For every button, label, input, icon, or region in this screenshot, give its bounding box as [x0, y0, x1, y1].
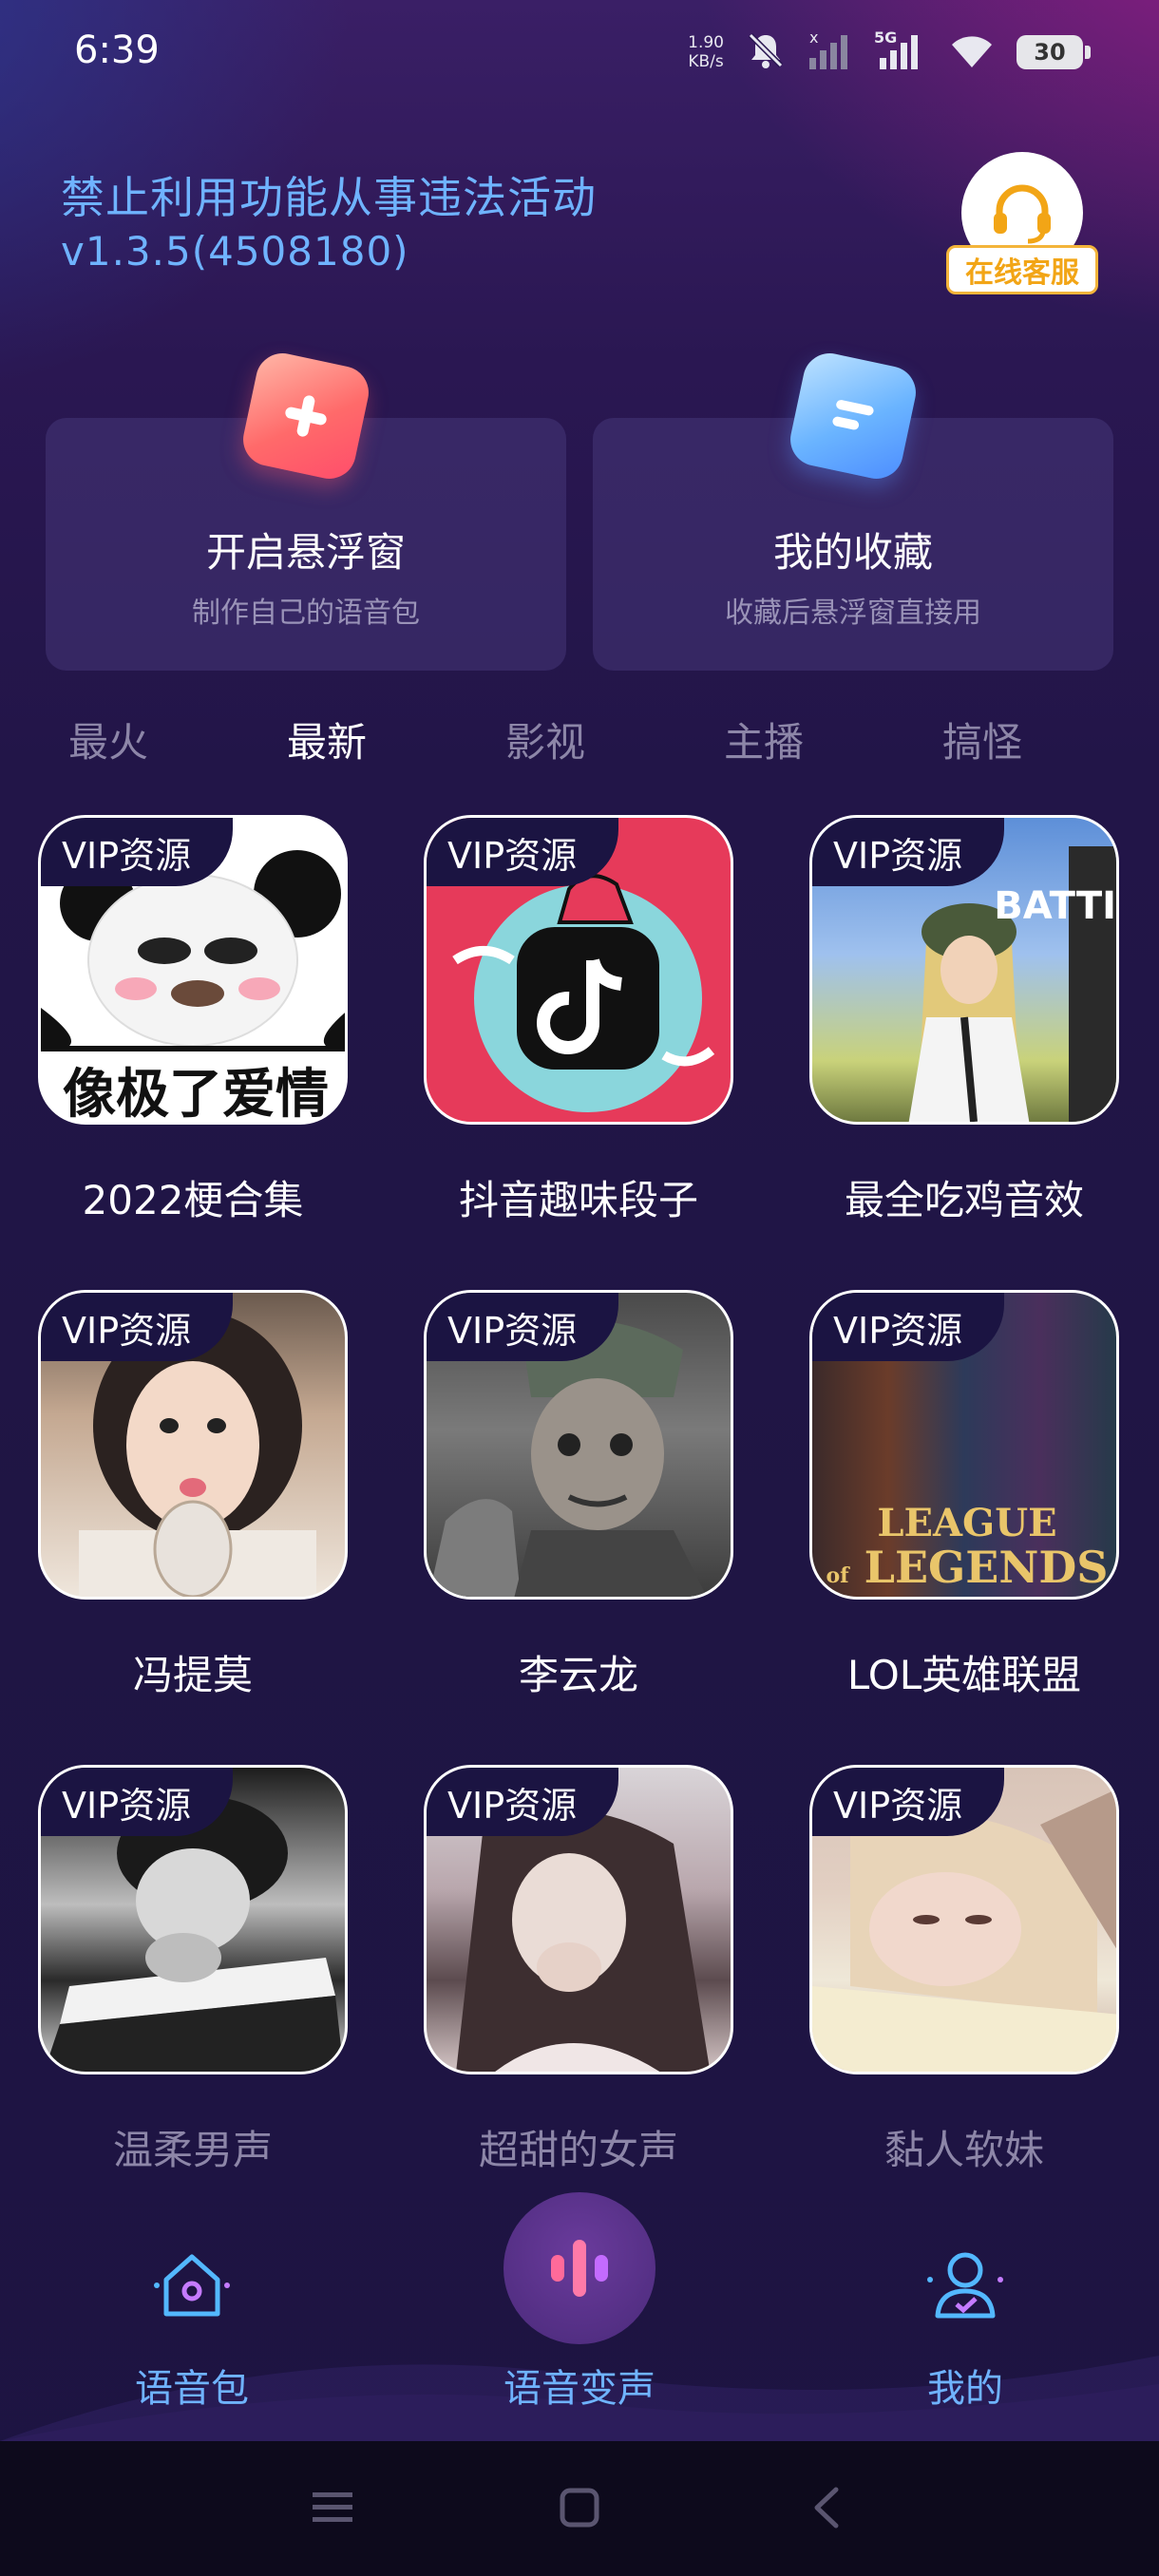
favorites-card[interactable]: 我的收藏 收藏后悬浮窗直接用 — [593, 348, 1113, 671]
mute-bell-icon — [745, 29, 787, 75]
status-bar: 6:39 1.90 KB/s x 5G 30 — [0, 0, 1159, 106]
voice-pack-thumbnail: VIP资源 — [424, 1765, 733, 2074]
vip-badge: VIP资源 — [427, 1768, 619, 1836]
home-button-icon[interactable] — [551, 2479, 608, 2536]
svg-text:5G: 5G — [874, 29, 897, 47]
network-speed-value: 1.90 — [688, 33, 724, 52]
tab-film-tv[interactable]: 影视 — [505, 710, 585, 768]
voice-pack-title: 李云龙 — [518, 1652, 638, 1698]
logo-top-line: LEAGUE — [877, 1501, 1057, 1545]
vip-badge: VIP资源 — [41, 1293, 234, 1361]
version-text: v1.3.5(4508180) — [61, 228, 409, 275]
logo-legends-word: LEGENDS — [864, 1542, 1109, 1593]
nav-voice-packs-label: 语音包 — [135, 2367, 249, 2411]
svg-text:x: x — [809, 29, 818, 47]
battery-level: 30 — [1034, 39, 1066, 66]
profile-icon — [922, 2242, 1008, 2327]
battery-indicator: 30 — [1016, 35, 1091, 69]
voice-pack-title: 超甜的女声 — [478, 2127, 678, 2173]
tab-newest[interactable]: 最新 — [287, 710, 367, 768]
system-navigation-bar — [0, 2441, 1159, 2576]
online-support-button[interactable]: 在线客服 — [946, 152, 1098, 294]
vip-badge: VIP资源 — [812, 1768, 1005, 1836]
voice-wave-icon — [504, 2192, 656, 2344]
vip-badge: VIP资源 — [427, 818, 619, 886]
online-support-label: 在线客服 — [946, 245, 1098, 294]
voice-pack-thumbnail: VIP资源 — [38, 1290, 348, 1600]
wifi-icon — [948, 29, 996, 75]
voice-pack-title: LOL英雄联盟 — [846, 1652, 1082, 1698]
voice-pack-title: 冯提莫 — [132, 1652, 253, 1698]
disclaimer-text: 禁止利用功能从事违法活动 — [61, 172, 597, 223]
network-speed-unit: KB/s — [688, 52, 724, 71]
menu-icon[interactable] — [304, 2479, 361, 2536]
logo-of-word: of — [826, 1563, 849, 1588]
floating-window-card[interactable]: 开启悬浮窗 制作自己的语音包 — [46, 348, 566, 671]
category-tabs: 最火 最新 影视 主播 搞怪 — [0, 710, 1159, 777]
signal-5g-icon: 5G — [874, 28, 927, 75]
voice-pack-title: 2022梗合集 — [82, 1177, 304, 1223]
plus-icon — [238, 348, 374, 484]
voice-pack-title: 抖音趣味段子 — [458, 1177, 698, 1223]
home-icon — [149, 2242, 235, 2327]
list-icon — [785, 348, 922, 484]
vip-badge: VIP资源 — [812, 1293, 1005, 1361]
nav-voice-packs[interactable]: 语音包 — [49, 2175, 334, 2422]
favorites-subtitle: 收藏后悬浮窗直接用 — [725, 597, 981, 630]
tab-funny[interactable]: 搞怪 — [942, 710, 1022, 768]
voice-pack-thumbnail: VIP资源 — [38, 1765, 348, 2074]
voice-pack-thumbnail: VIP资源 像极了爱情 — [38, 815, 348, 1125]
vip-badge: VIP资源 — [812, 818, 1005, 886]
voice-pack-thumbnail: VIP资源 BATTI — [809, 815, 1119, 1125]
voice-pack-title: 黏人软妹 — [884, 2127, 1044, 2173]
tab-streamer[interactable]: 主播 — [724, 710, 804, 768]
back-icon[interactable] — [798, 2479, 855, 2536]
vip-badge: VIP资源 — [41, 1768, 234, 1836]
voice-pack-thumbnail: VIP资源 — [424, 1290, 733, 1600]
bottom-navigation: 语音包 语音变声 我的 — [0, 2175, 1159, 2441]
meme-caption: 像极了爱情 — [63, 1064, 329, 1125]
status-time: 6:39 — [74, 28, 160, 72]
signal-sim1-icon: x — [808, 28, 853, 75]
status-icons: 1.90 KB/s x 5G 30 — [688, 28, 1091, 76]
floating-window-title: 开启悬浮窗 — [205, 529, 406, 576]
voice-pack-thumbnail: VIP资源 — [809, 1765, 1119, 2074]
voice-pack-thumbnail: VIP资源 LEAGUE of LEGENDS — [809, 1290, 1119, 1600]
favorites-title: 我的收藏 — [772, 529, 933, 576]
tab-hottest[interactable]: 最火 — [68, 710, 148, 768]
network-speed: 1.90 KB/s — [688, 33, 724, 71]
logo-bottom-line: of LEGENDS — [812, 1542, 1116, 1597]
league-of-legends-logo: LEAGUE of LEGENDS — [812, 1501, 1116, 1597]
floating-window-subtitle: 制作自己的语音包 — [192, 597, 420, 630]
nav-voice-changer[interactable]: 语音变声 — [437, 2175, 722, 2422]
nav-voice-changer-label: 语音变声 — [504, 2367, 656, 2411]
vip-badge: VIP资源 — [41, 818, 234, 886]
voice-pack-title: 最全吃鸡音效 — [844, 1177, 1084, 1223]
battleground-text: BATTI — [994, 884, 1116, 928]
nav-profile-label: 我的 — [927, 2367, 1003, 2411]
voice-pack-thumbnail: VIP资源 — [424, 815, 733, 1125]
voice-pack-title: 温柔男声 — [112, 2127, 273, 2173]
vip-badge: VIP资源 — [427, 1293, 619, 1361]
nav-profile[interactable]: 我的 — [823, 2175, 1108, 2422]
